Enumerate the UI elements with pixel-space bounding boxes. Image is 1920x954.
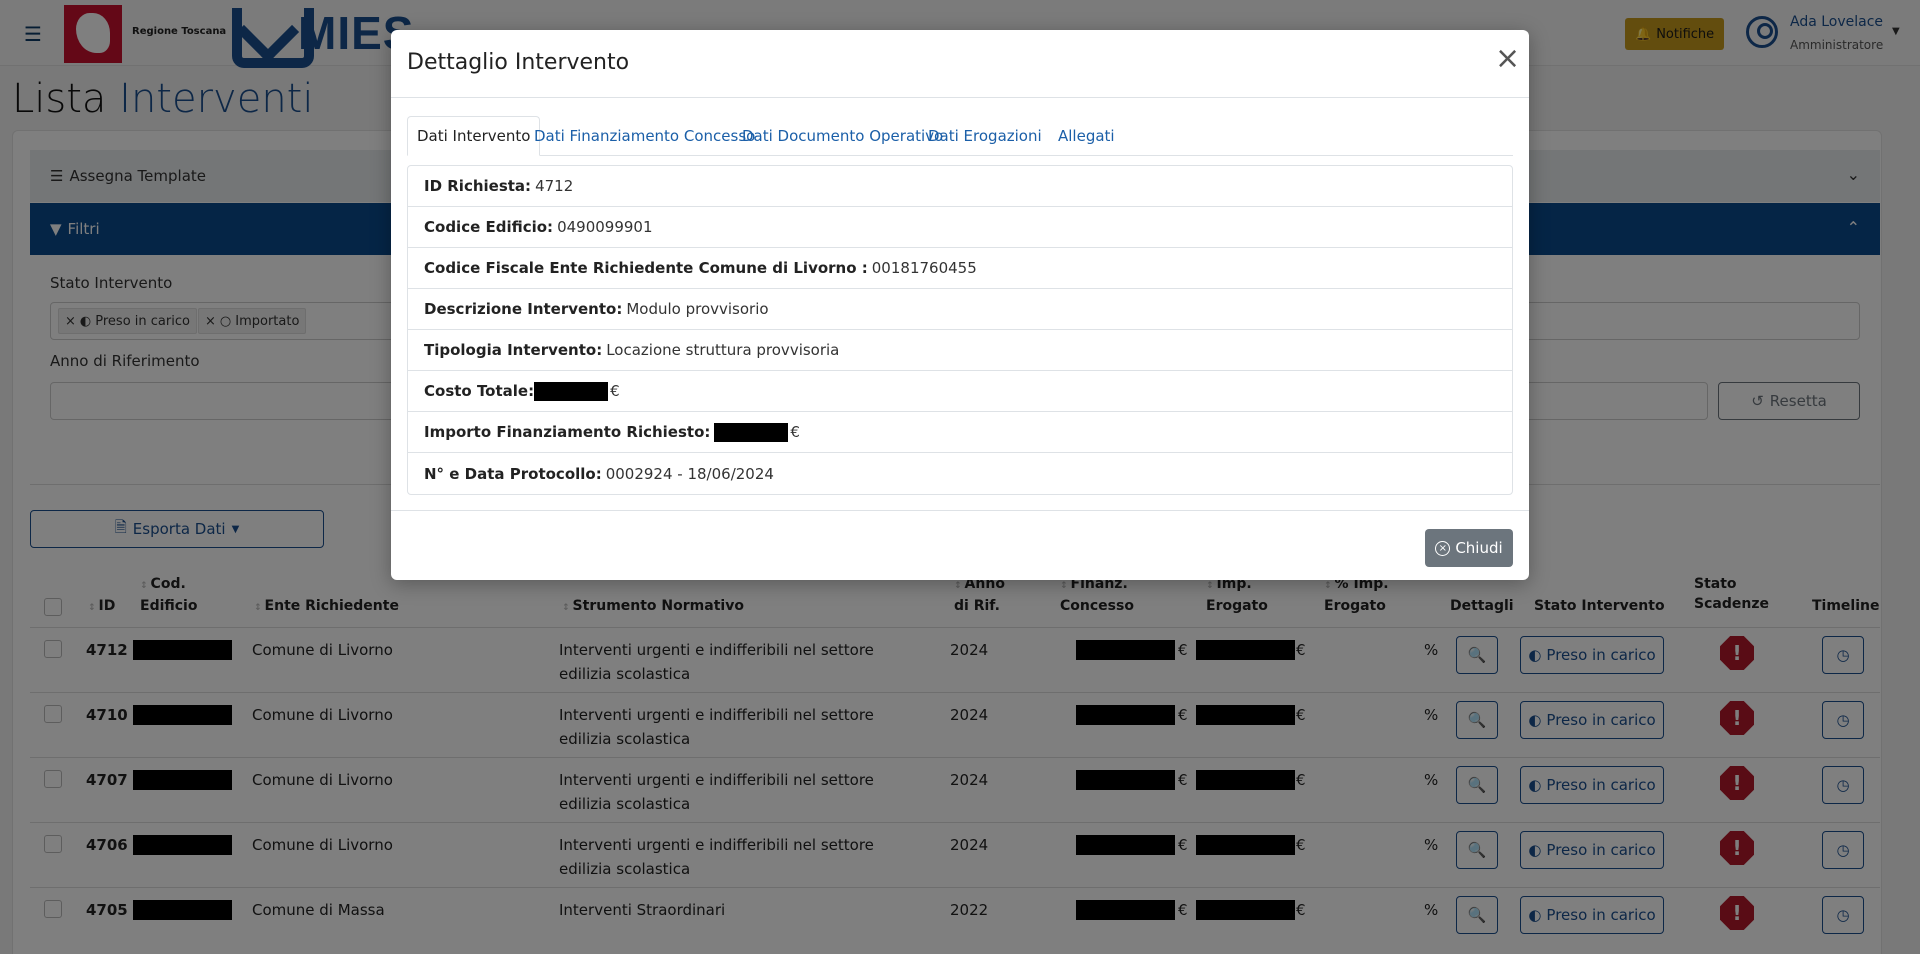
detail-key: Importo Finanziamento Richiesto: xyxy=(424,423,711,441)
detail-key: Codice Edificio: xyxy=(424,218,554,236)
detail-descrizione: Descrizione Intervento: Modulo provvisor… xyxy=(408,289,1512,330)
detail-tipologia: Tipologia Intervento: Locazione struttur… xyxy=(408,330,1512,371)
tab-dati-finanziamento-concesso[interactable]: Dati Finanziamento Concesso xyxy=(525,116,764,156)
detail-value: 0490099901 xyxy=(557,218,653,236)
chiudi-button[interactable]: × Chiudi xyxy=(1425,529,1513,567)
modal-header: Dettaglio Intervento × xyxy=(391,30,1529,98)
detail-key: Codice Fiscale Ente Richiedente Comune d… xyxy=(424,259,868,277)
tab-allegati[interactable]: Allegati xyxy=(1049,116,1124,156)
modal-footer: × Chiudi xyxy=(391,510,1529,580)
chiudi-label: Chiudi xyxy=(1455,539,1503,557)
detail-value: 00181760455 xyxy=(871,259,977,277)
detail-key: N° e Data Protocollo: xyxy=(424,464,602,483)
redacted-value xyxy=(714,422,789,442)
detail-codice-edificio: Codice Edificio: 0490099901 xyxy=(408,207,1512,248)
detail-id-richiesta: ID Richiesta: 4712 xyxy=(408,166,1512,207)
detail-value: Modulo provvisorio xyxy=(626,300,769,318)
detail-protocollo: N° e Data Protocollo: 0002924 - 18/06/20… xyxy=(408,453,1512,494)
detail-value: 4712 xyxy=(535,177,574,195)
close-circle-icon: × xyxy=(1435,540,1451,556)
detail-list: ID Richiesta: 4712 Codice Edificio: 0490… xyxy=(407,165,1513,495)
detail-codice-fiscale: Codice Fiscale Ente Richiedente Comune d… xyxy=(408,248,1512,289)
dettaglio-intervento-modal: Dettaglio Intervento × Dati Intervento D… xyxy=(391,30,1529,580)
modal-title: Dettaglio Intervento xyxy=(407,50,630,75)
detail-importo-richiesto: Importo Finanziamento Richiesto: € xyxy=(408,412,1512,453)
modal-tabs: Dati Intervento Dati Finanziamento Conce… xyxy=(407,116,1513,156)
tab-dati-intervento[interactable]: Dati Intervento xyxy=(407,116,541,156)
redacted-value xyxy=(534,381,609,401)
detail-value: € xyxy=(790,423,800,441)
detail-key: Descrizione Intervento: xyxy=(424,300,623,318)
detail-value: 0002924 - 18/06/2024 xyxy=(605,464,774,483)
detail-key: ID Richiesta: xyxy=(424,177,532,195)
detail-value: € xyxy=(610,382,620,400)
detail-key: Tipologia Intervento: xyxy=(424,341,603,359)
tab-dati-erogazioni[interactable]: Dati Erogazioni xyxy=(919,116,1051,156)
detail-value: Locazione struttura provvisoria xyxy=(606,341,840,359)
detail-key: Costo Totale: xyxy=(424,382,535,400)
close-icon[interactable]: × xyxy=(1495,44,1520,74)
detail-costo-totale: Costo Totale: € xyxy=(408,371,1512,412)
